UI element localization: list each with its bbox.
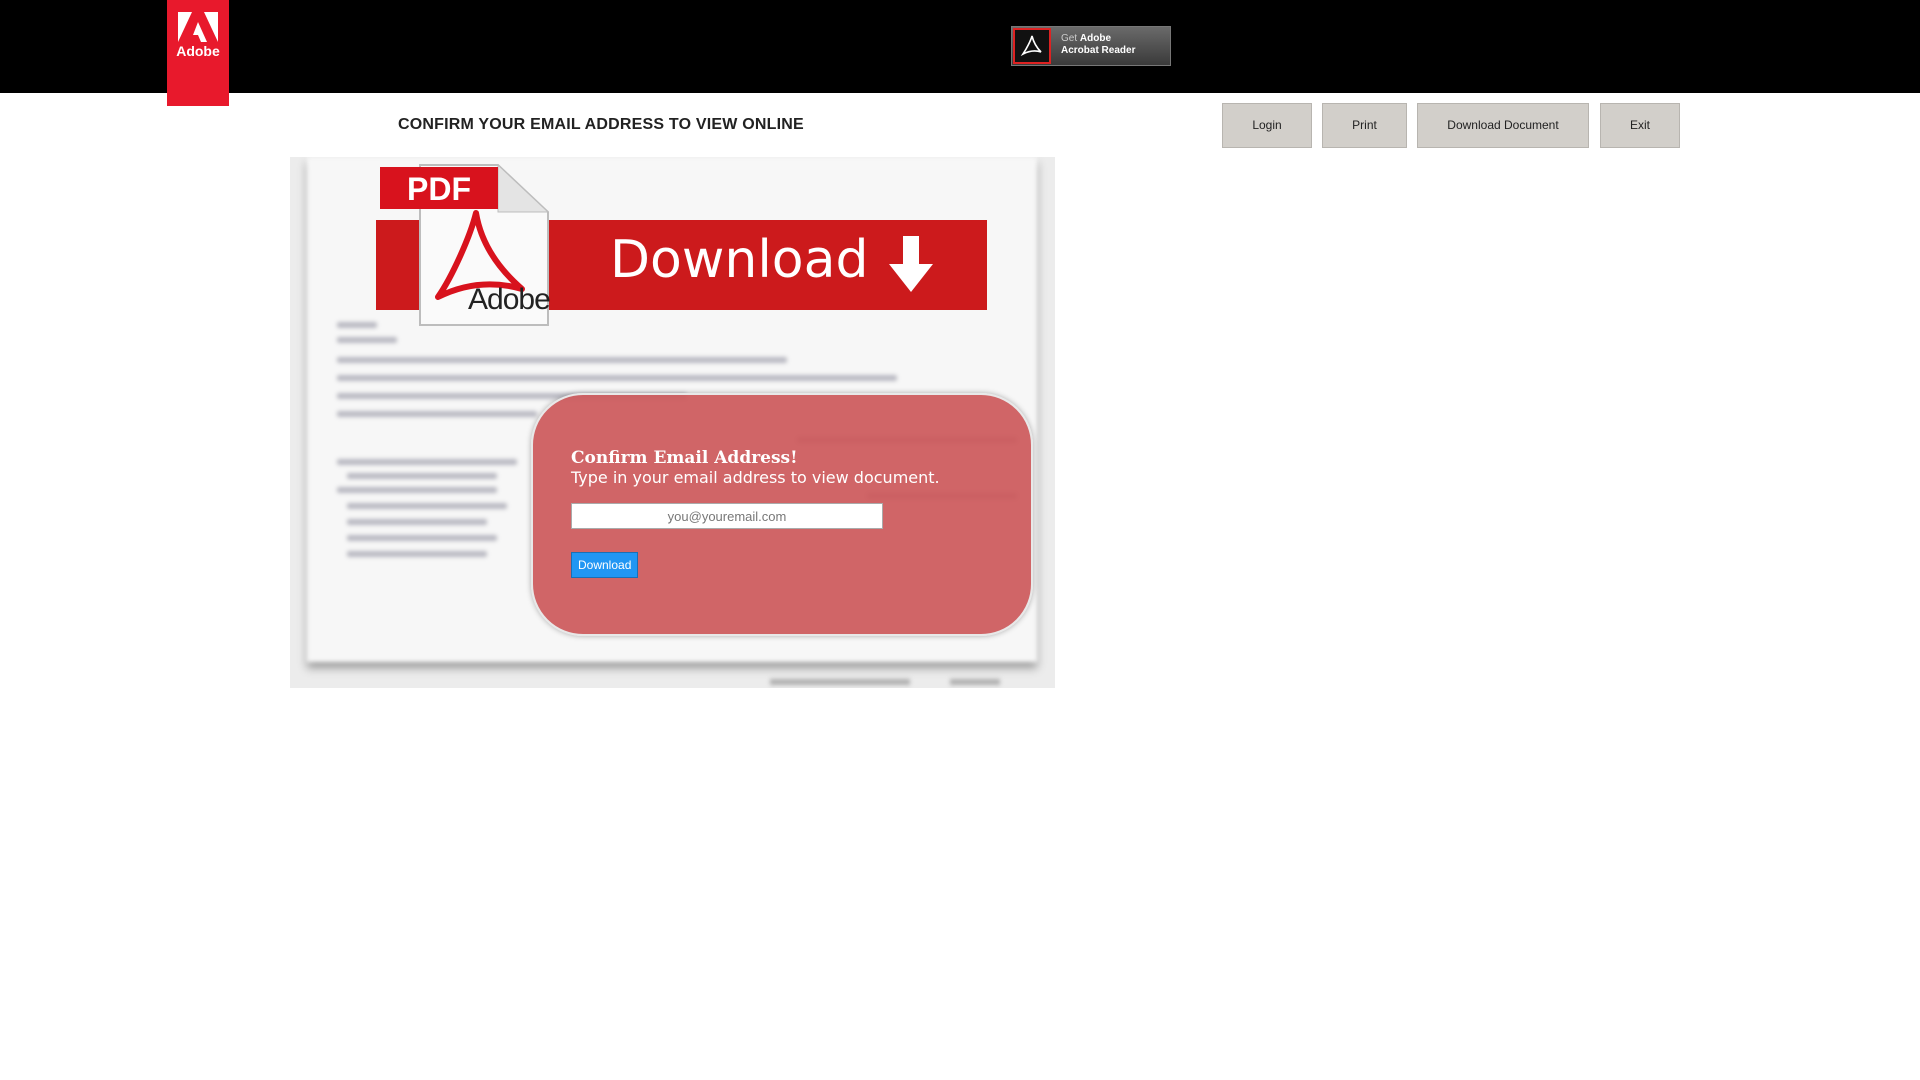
get-reader-prefix: Get — [1061, 33, 1078, 44]
download-arrow-icon — [889, 236, 933, 292]
login-button[interactable]: Login — [1222, 103, 1312, 148]
adobe-logo[interactable]: Adobe — [167, 0, 229, 106]
get-reader-product: Acrobat Reader — [1061, 45, 1136, 56]
download-document-button[interactable]: Download Document — [1417, 103, 1589, 148]
get-reader-text: Get Adobe Acrobat Reader — [1061, 33, 1135, 57]
pdf-label: PDF — [380, 167, 498, 209]
download-submit-button[interactable]: Download — [571, 552, 638, 578]
banner-download-text: Download — [610, 230, 869, 290]
adobe-logo-text: Adobe — [176, 43, 220, 59]
print-button[interactable]: Print — [1322, 103, 1407, 148]
acrobat-reader-icon — [1013, 28, 1051, 64]
email-input[interactable] — [571, 503, 883, 529]
confirm-email-title: Confirm Email Address! — [571, 448, 798, 468]
pdf-document-icon: PDF Adobe — [380, 157, 551, 332]
get-acrobat-reader-button[interactable]: Get Adobe Acrobat Reader — [1011, 26, 1171, 66]
email-confirm-panel: Confirm Email Address! Type in your emai… — [531, 393, 1033, 636]
adobe-logo-icon — [178, 12, 218, 42]
get-reader-brand: Adobe — [1079, 33, 1112, 44]
page-title: CONFIRM YOUR EMAIL ADDRESS TO VIEW ONLIN… — [398, 116, 804, 133]
top-bar — [0, 0, 1920, 93]
confirm-email-subtitle: Type in your email address to view docum… — [571, 468, 940, 487]
exit-button[interactable]: Exit — [1600, 103, 1680, 148]
pdf-icon-adobe-label: Adobe — [468, 283, 551, 316]
